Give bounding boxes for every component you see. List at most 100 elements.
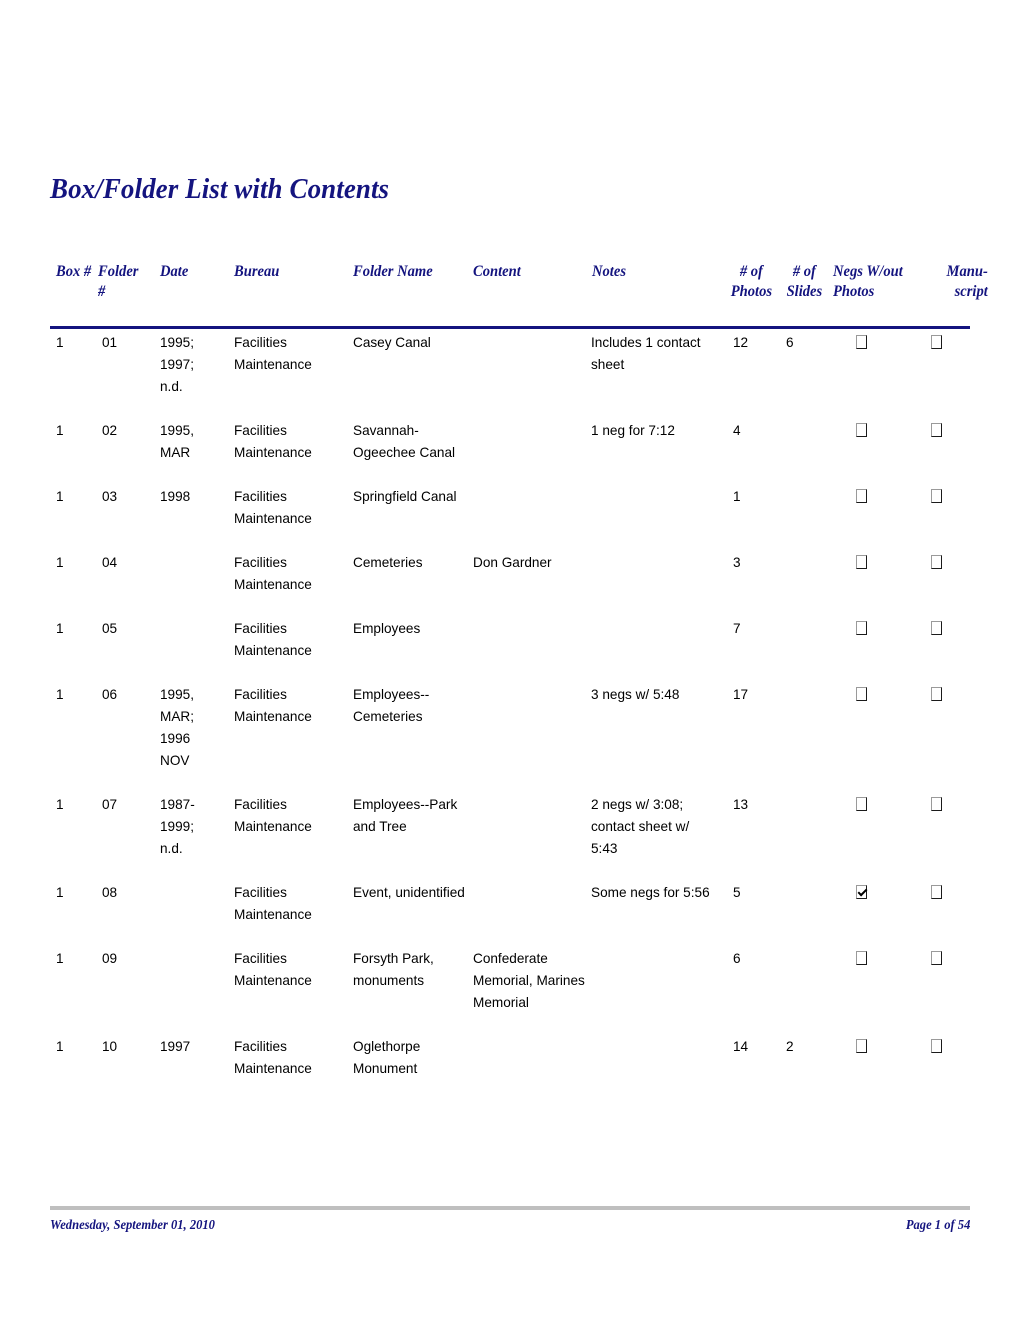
cell-bureau: Facilities Maintenance — [234, 885, 312, 922]
cell-manuscript-checkbox[interactable] — [931, 797, 942, 811]
cell-box-number: 1 — [56, 687, 64, 702]
header-divider — [50, 326, 970, 329]
cell-number-of-slides: 2 — [786, 1039, 794, 1054]
footer-date: Wednesday, September 01, 2010 — [50, 1217, 215, 1232]
cell-box-number: 1 — [56, 423, 64, 438]
cell-notes: Includes 1 contact sheet — [591, 335, 701, 372]
checkbox-unchecked-icon[interactable] — [931, 797, 942, 811]
checkbox-unchecked-icon[interactable] — [931, 555, 942, 569]
cell-date: 1998 — [160, 489, 191, 504]
cell-bureau: Facilities Maintenance — [234, 1039, 312, 1076]
cell-folder-name: Casey Canal — [353, 335, 431, 350]
checkbox-unchecked-icon[interactable] — [856, 555, 867, 569]
cell-content: Don Gardner — [473, 555, 552, 570]
cell-negs-without-photos-checkbox[interactable] — [856, 797, 867, 811]
cell-box-number: 1 — [56, 1039, 64, 1054]
cell-manuscript-checkbox[interactable] — [931, 489, 942, 503]
cell-negs-without-photos-checkbox[interactable] — [856, 885, 867, 899]
cell-bureau: Facilities Maintenance — [234, 687, 312, 724]
cell-negs-without-photos-checkbox[interactable] — [856, 1039, 867, 1053]
cell-manuscript-checkbox[interactable] — [931, 423, 942, 437]
cell-number-of-photos: 17 — [733, 687, 749, 702]
column-header-date: Date — [160, 263, 189, 280]
checkbox-unchecked-icon[interactable] — [856, 687, 867, 701]
cell-negs-without-photos-checkbox[interactable] — [856, 423, 867, 437]
cell-notes: Some negs for 5:56 — [591, 885, 710, 900]
checkbox-unchecked-icon[interactable] — [856, 489, 867, 503]
cell-number-of-photos: 3 — [733, 555, 741, 570]
checkbox-checked-icon[interactable] — [856, 885, 867, 899]
cell-manuscript-checkbox[interactable] — [931, 335, 942, 349]
checkbox-unchecked-icon[interactable] — [856, 621, 867, 635]
cell-folder-name: Cemeteries — [353, 555, 423, 570]
checkbox-unchecked-icon[interactable] — [931, 335, 942, 349]
checkbox-unchecked-icon[interactable] — [856, 335, 867, 349]
cell-negs-without-photos-checkbox[interactable] — [856, 687, 867, 701]
column-header-notes: Notes — [592, 263, 627, 280]
cell-date: 1997 — [160, 1039, 191, 1054]
cell-negs-without-photos-checkbox[interactable] — [856, 555, 867, 569]
cell-folder-number: 04 — [102, 555, 118, 570]
checkbox-unchecked-icon[interactable] — [856, 423, 867, 437]
cell-bureau: Facilities Maintenance — [234, 489, 312, 526]
cell-number-of-photos: 5 — [733, 885, 741, 900]
cell-folder-name: Event, unidentified — [353, 885, 465, 900]
checkbox-unchecked-icon[interactable] — [931, 489, 942, 503]
cell-negs-without-photos-checkbox[interactable] — [856, 489, 867, 503]
footer-page-number: Page 1 of 54 — [905, 1217, 970, 1232]
cell-box-number: 1 — [56, 555, 64, 570]
column-header-box: Box # — [56, 263, 92, 280]
column-header-folder-name: Folder Name — [353, 263, 433, 280]
cell-box-number: 1 — [56, 621, 64, 636]
cell-folder-name: Employees-- Cemeteries — [353, 687, 430, 724]
checkbox-unchecked-icon[interactable] — [931, 951, 942, 965]
checkbox-unchecked-icon[interactable] — [931, 687, 942, 701]
cell-date: 1995, MAR — [160, 423, 195, 460]
cell-folder-number: 02 — [102, 423, 118, 438]
cell-number-of-photos: 14 — [733, 1039, 749, 1054]
cell-folder-name: Employees — [353, 621, 421, 636]
cell-folder-number: 05 — [102, 621, 118, 636]
checkbox-unchecked-icon[interactable] — [931, 621, 942, 635]
cell-negs-without-photos-checkbox[interactable] — [856, 951, 867, 965]
cell-manuscript-checkbox[interactable] — [931, 555, 942, 569]
cell-number-of-photos: 12 — [733, 335, 749, 350]
cell-folder-name: Savannah- Ogeechee Canal — [353, 423, 456, 460]
cell-bureau: Facilities Maintenance — [234, 621, 312, 658]
column-header-negs-without-photos: Negs W/out Photos — [833, 263, 903, 300]
column-header-photos: # of Photos — [730, 263, 773, 300]
cell-number-of-photos: 1 — [733, 489, 741, 504]
cell-manuscript-checkbox[interactable] — [931, 885, 942, 899]
cell-negs-without-photos-checkbox[interactable] — [856, 621, 867, 635]
checkbox-unchecked-icon[interactable] — [856, 951, 867, 965]
cell-date: 1987- 1999; n.d. — [160, 797, 195, 856]
checkbox-unchecked-icon[interactable] — [931, 1039, 942, 1053]
cell-number-of-photos: 6 — [733, 951, 741, 966]
checkbox-unchecked-icon[interactable] — [856, 797, 867, 811]
cell-bureau: Facilities Maintenance — [234, 423, 312, 460]
cell-manuscript-checkbox[interactable] — [931, 621, 942, 635]
column-header-slides: # of Slides — [786, 263, 823, 300]
checkbox-unchecked-icon[interactable] — [931, 423, 942, 437]
cell-manuscript-checkbox[interactable] — [931, 1039, 942, 1053]
checkbox-unchecked-icon[interactable] — [931, 885, 942, 899]
cell-manuscript-checkbox[interactable] — [931, 951, 942, 965]
column-header-manuscript: Manu- script — [946, 263, 988, 300]
cell-folder-number: 06 — [102, 687, 118, 702]
cell-box-number: 1 — [56, 489, 64, 504]
cell-notes: 3 negs w/ 5:48 — [591, 687, 680, 702]
column-header-content: Content — [473, 263, 521, 280]
document-page: Box/Folder List with Contents Box # Fold… — [0, 0, 1020, 1320]
cell-number-of-photos: 7 — [733, 621, 741, 636]
cell-folder-name: Employees--Park and Tree — [353, 797, 458, 834]
cell-bureau: Facilities Maintenance — [234, 797, 312, 834]
page-title: Box/Folder List with Contents — [50, 173, 390, 205]
cell-negs-without-photos-checkbox[interactable] — [856, 335, 867, 349]
cell-box-number: 1 — [56, 951, 64, 966]
box-folder-table: Box # Folder # Date Bureau Folder Name C… — [50, 262, 988, 1076]
cell-folder-number: 09 — [102, 951, 118, 966]
checkbox-unchecked-icon[interactable] — [856, 1039, 867, 1053]
cell-date: 1995, MAR; 1996 NOV — [160, 687, 195, 768]
cell-bureau: Facilities Maintenance — [234, 951, 312, 988]
cell-manuscript-checkbox[interactable] — [931, 687, 942, 701]
